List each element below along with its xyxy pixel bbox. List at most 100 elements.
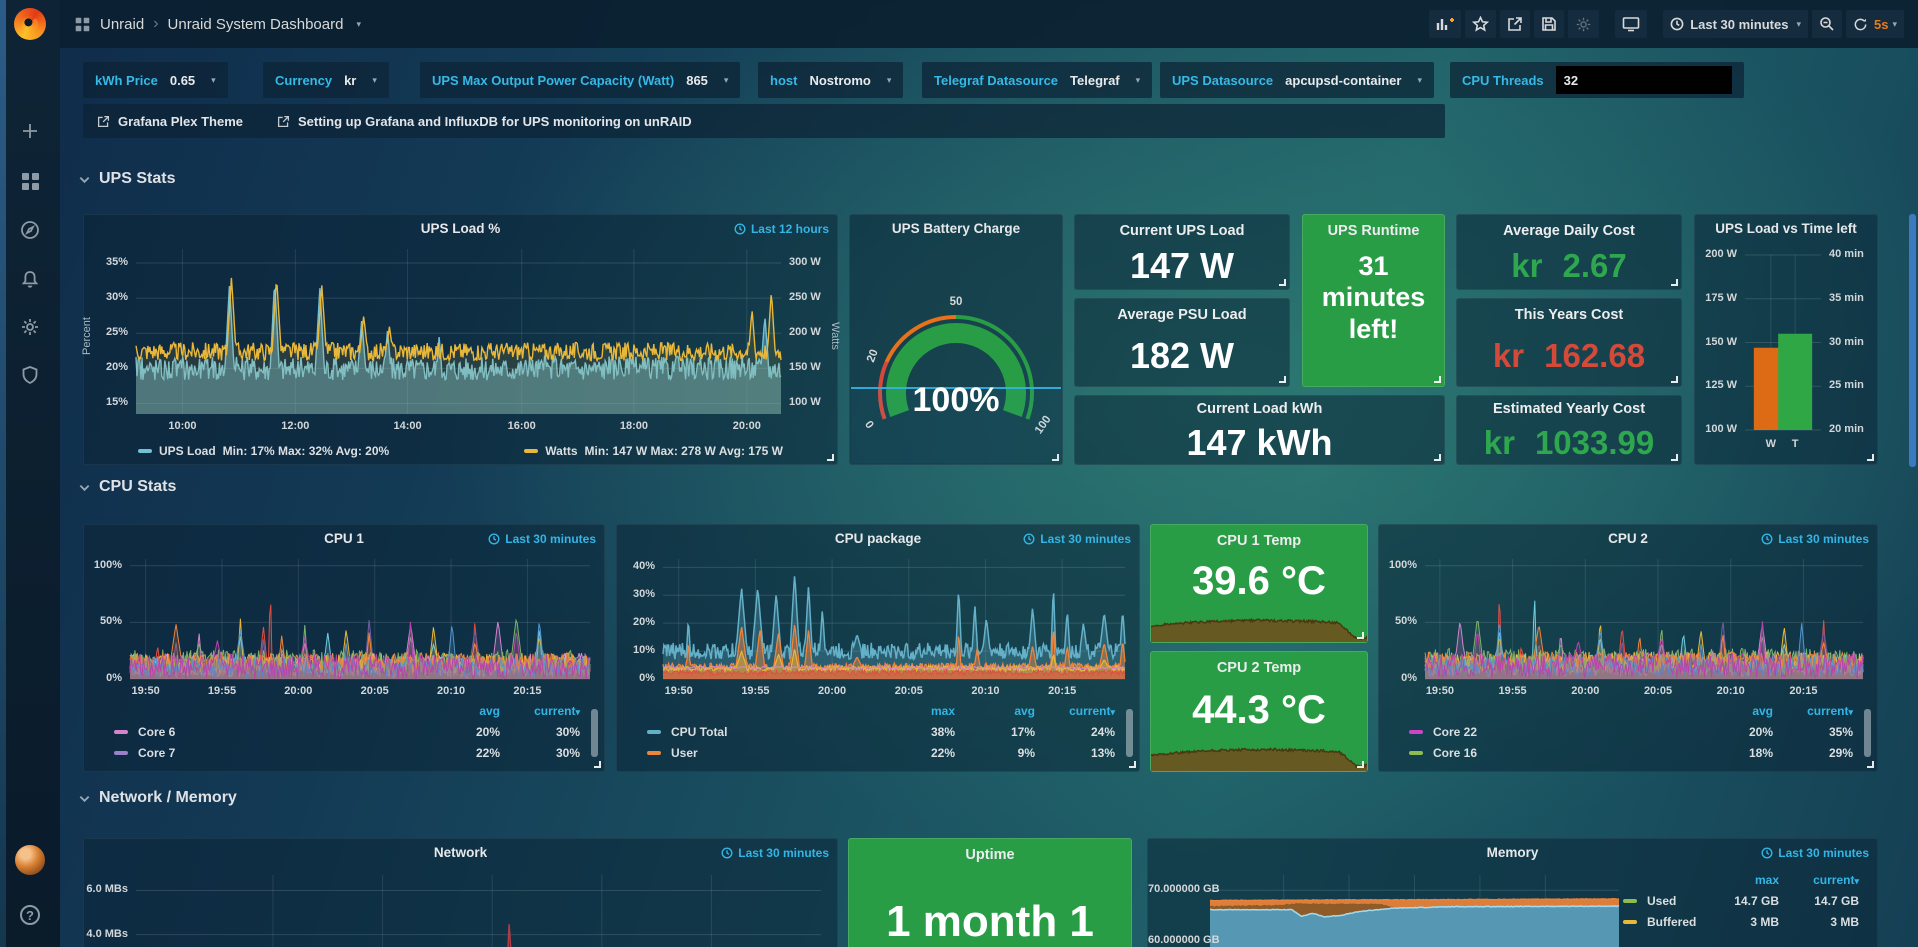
panel-resize-handle[interactable]: [1867, 761, 1874, 768]
settings-gear-button[interactable]: [1568, 10, 1599, 38]
panel-resize-handle[interactable]: [1129, 761, 1136, 768]
grafana-logo[interactable]: [14, 8, 46, 40]
legend-scrollbar[interactable]: [591, 709, 598, 757]
legend-series-name[interactable]: Buffered: [1623, 915, 1699, 929]
y-axis-tick: 150 W: [1695, 336, 1737, 348]
sidebar: ?: [0, 0, 60, 947]
panel-time-range[interactable]: Last 30 minutes: [1761, 532, 1869, 546]
panel-title[interactable]: UPS Runtime: [1307, 223, 1440, 239]
panel-title[interactable]: This Years Cost: [1461, 307, 1677, 323]
legend-series-name[interactable]: Core 16: [1409, 746, 1693, 760]
panel-resize-handle[interactable]: [1434, 376, 1441, 383]
create-plus-icon[interactable]: [0, 113, 60, 149]
section-network-memory[interactable]: Network / Memory: [78, 789, 237, 807]
panel-title[interactable]: CPU 2 Temp: [1155, 660, 1363, 676]
panel-resize-handle[interactable]: [1671, 376, 1678, 383]
legend-column-current[interactable]: current▾: [1035, 704, 1115, 718]
legend-item-ups-load[interactable]: UPS Load Min: 17% Max: 32% Avg: 20%: [138, 444, 389, 458]
section-cpu-stats[interactable]: CPU Stats: [78, 478, 176, 496]
legend-series-name[interactable]: CPU Total: [647, 725, 875, 739]
breadcrumb-dashboard[interactable]: Unraid System Dashboard: [168, 16, 344, 33]
legend-column-avg[interactable]: avg: [955, 704, 1035, 718]
time-range-picker[interactable]: Last 30 minutes ▾: [1663, 10, 1808, 38]
y-axis-tick: 10%: [617, 644, 655, 656]
configuration-gear-icon[interactable]: [0, 309, 60, 345]
refresh-caret: ▾: [1892, 19, 1897, 30]
star-button[interactable]: [1465, 10, 1496, 38]
panel-resize-handle[interactable]: [1867, 454, 1874, 461]
panel-title[interactable]: UPS Load %: [124, 221, 797, 236]
legend-series-name[interactable]: User: [647, 746, 875, 760]
legend-scrollbar[interactable]: [1126, 709, 1133, 757]
legend-column-max[interactable]: max: [1699, 873, 1779, 887]
legend-column-current[interactable]: current▾: [1779, 873, 1859, 887]
panel-title[interactable]: UPS Battery Charge: [858, 221, 1054, 236]
legend-series-name[interactable]: Used: [1623, 894, 1699, 908]
legend-series-name[interactable]: Core 7: [114, 746, 420, 760]
panel-title[interactable]: Network: [124, 845, 797, 860]
panel-title[interactable]: Memory: [1188, 845, 1837, 860]
panel-time-range[interactable]: Last 30 minutes: [1761, 846, 1869, 860]
legend-series-name[interactable]: Core 6: [114, 725, 420, 739]
panel-title[interactable]: Current UPS Load: [1079, 223, 1285, 239]
panel-time-range[interactable]: Last 12 hours: [734, 222, 829, 236]
panel-resize-handle[interactable]: [1279, 376, 1286, 383]
legend-column-max[interactable]: max: [875, 704, 955, 718]
stat-value: 31 minutes left!: [1303, 251, 1444, 345]
stat-value: 147 W: [1075, 245, 1289, 287]
panel-time-range[interactable]: Last 30 minutes: [488, 532, 596, 546]
panel-resize-handle[interactable]: [1434, 454, 1441, 461]
zoom-out-button[interactable]: [1812, 10, 1842, 38]
x-axis-tick: 19:50: [116, 685, 176, 697]
panel-resize-handle[interactable]: [1671, 454, 1678, 461]
kiosk-tv-button[interactable]: [1615, 10, 1647, 38]
legend-scrollbar[interactable]: [1864, 709, 1871, 757]
save-button[interactable]: [1534, 10, 1564, 38]
legend-column-avg[interactable]: avg: [1693, 704, 1773, 718]
panel-title[interactable]: Estimated Yearly Cost: [1461, 401, 1677, 417]
help-icon[interactable]: ?: [0, 897, 60, 933]
cpu-threads-input[interactable]: [1556, 66, 1732, 94]
panel-title[interactable]: UPS Load vs Time left: [1701, 221, 1871, 236]
share-button[interactable]: [1500, 10, 1530, 38]
legend-series-name[interactable]: Core 22: [1409, 725, 1693, 739]
panel-time-range[interactable]: Last 30 minutes: [1023, 532, 1131, 546]
panel-resize-handle[interactable]: [827, 454, 834, 461]
link-ups-monitoring-guide[interactable]: Setting up Grafana and InfluxDB for UPS …: [277, 114, 692, 129]
panel-resize-handle[interactable]: [1357, 632, 1364, 639]
page-scrollbar-thumb[interactable]: [1909, 214, 1916, 467]
panel-title[interactable]: Average Daily Cost: [1461, 223, 1677, 239]
panel-title[interactable]: Uptime: [853, 847, 1127, 863]
add-panel-button[interactable]: [1429, 10, 1461, 38]
variable-telegraf-datasource[interactable]: Telegraf Datasource Telegraf▾: [922, 62, 1152, 98]
variable-host[interactable]: host Nostromo▾: [758, 62, 903, 98]
legend-item-watts[interactable]: Watts Min: 147 W Max: 278 W Avg: 175 W: [524, 444, 783, 458]
panel-time-range[interactable]: Last 30 minutes: [721, 846, 829, 860]
panel-title[interactable]: Average PSU Load: [1079, 307, 1285, 323]
panel-resize-handle[interactable]: [1279, 279, 1286, 286]
panel-resize-handle[interactable]: [1671, 279, 1678, 286]
user-avatar[interactable]: [15, 845, 45, 875]
explore-compass-icon[interactable]: [0, 212, 60, 248]
legend-column-current[interactable]: current▾: [1773, 704, 1853, 718]
panel-resize-handle[interactable]: [594, 761, 601, 768]
section-ups-stats[interactable]: UPS Stats: [78, 170, 175, 188]
legend-column-current[interactable]: current▾: [500, 704, 580, 718]
refresh-button[interactable]: 5s ▾: [1846, 10, 1904, 38]
legend-column-avg[interactable]: avg: [420, 704, 500, 718]
admin-shield-icon[interactable]: [0, 357, 60, 393]
panel-title[interactable]: CPU 1 Temp: [1155, 533, 1363, 549]
y-axis-tick-right: 100 W: [789, 396, 821, 408]
variable-kwh-price[interactable]: kWh Price 0.65▾: [83, 62, 228, 98]
panel-title[interactable]: Current Load kWh: [1079, 401, 1440, 417]
variable-currency[interactable]: Currency kr▾: [263, 62, 389, 98]
alerting-bell-icon[interactable]: [0, 261, 60, 297]
link-grafana-plex-theme[interactable]: Grafana Plex Theme: [97, 114, 243, 129]
dashboard-dropdown-caret[interactable]: ▾: [356, 19, 361, 30]
panel-cpu2: CPU 2 Last 30 minutes 100%50%0%19:5019:5…: [1378, 524, 1878, 772]
variable-ups-max-output[interactable]: UPS Max Output Power Capacity (Watt) 865…: [420, 62, 740, 98]
breadcrumb-folder[interactable]: Unraid: [100, 16, 144, 33]
panel-resize-handle[interactable]: [1357, 761, 1364, 768]
variable-ups-datasource[interactable]: UPS Datasource apcupsd-container▾: [1160, 62, 1434, 98]
dashboards-icon[interactable]: [0, 163, 60, 199]
